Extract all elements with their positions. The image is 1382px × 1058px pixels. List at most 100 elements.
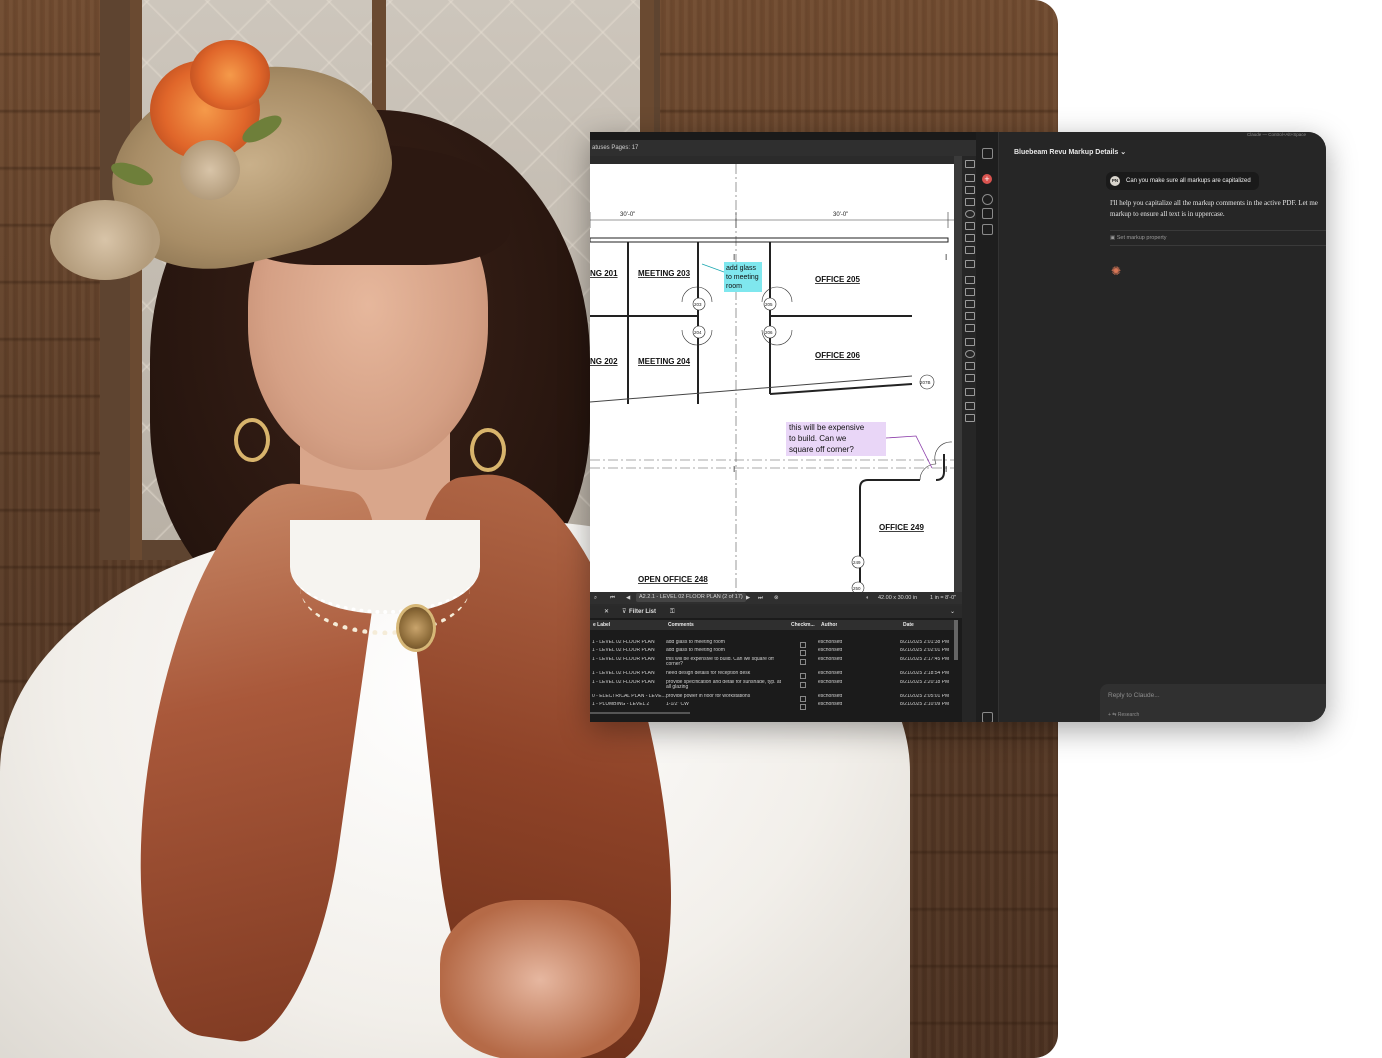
markups-list-panel: ✕ ⊽ Filter List ⚿ ⌄ e Label Comments Che…: [590, 606, 962, 722]
table-row[interactable]: 1 - LEVEL 02 FLOOR PLAN provide specific…: [590, 680, 954, 693]
row-date: 8/21/2025 2:10:09 PM: [900, 702, 950, 707]
stamp-icon[interactable]: [965, 234, 975, 242]
image-icon[interactable]: [965, 246, 975, 254]
row-date: 8/21/2025 2:18:54 PM: [900, 671, 950, 676]
search-icon[interactable]: [965, 362, 975, 370]
stamp-icon[interactable]: [965, 222, 975, 230]
row-label: 1 - LEVEL 02 FLOOR PLAN: [592, 648, 655, 653]
cameo-brooch: [396, 604, 436, 652]
row-checkbox[interactable]: [800, 673, 806, 679]
row-comment: add glass to meeting room: [666, 648, 725, 653]
scarf-knot: [440, 900, 640, 1058]
door-tag: 207B: [920, 380, 931, 385]
table-row[interactable]: 1 - LEVEL 02 FLOOR PLAN add glass to mee…: [590, 640, 954, 648]
column-header[interactable]: Checkm...: [791, 620, 815, 630]
rectangle-tool-icon[interactable]: [965, 338, 975, 346]
close-icon[interactable]: ✕: [604, 606, 609, 618]
sheet-select[interactable]: A2.2.1 - LEVEL 02 FLOOR PLAN (2 of 17): [636, 593, 746, 602]
crop-icon[interactable]: [965, 260, 975, 268]
pdf-scrollbar[interactable]: [954, 156, 962, 592]
reply-input[interactable]: Reply to Claude...: [1108, 692, 1160, 699]
profile-icon[interactable]: [982, 712, 993, 722]
new-chat-icon[interactable]: +: [982, 174, 992, 184]
row-label: 1 - PLUMBING - LEVEL 2: [592, 702, 650, 707]
table-row[interactable]: 1 - LEVEL 02 FLOOR PLAN need design deta…: [590, 671, 954, 679]
tool-call-row[interactable]: ▣ Set markup property: [1110, 230, 1326, 246]
row-author: eschonsett: [818, 671, 843, 676]
chevron-down-icon[interactable]: ⌄: [950, 606, 955, 618]
polygon-icon[interactable]: [965, 374, 975, 382]
page-scale: 1 in = 8'-0": [930, 595, 957, 601]
table-row[interactable]: 0 - ELECTRICAL PLAN - LEVE... provide po…: [590, 694, 954, 702]
cloud-icon[interactable]: [965, 388, 975, 396]
floor-plan-sheet[interactable]: I I I I 30'-0" 30'-0" NG 201 MEETING 203…: [590, 164, 954, 592]
column-header[interactable]: Author: [821, 620, 837, 630]
reply-box[interactable]: Reply to Claude... + ⇆ Research: [1100, 684, 1326, 722]
row-date: 8/21/2025 2:20:18 PM: [900, 680, 950, 685]
user-message: PN Can you make sure all markups are cap…: [1106, 172, 1259, 190]
first-page-icon[interactable]: ⏮: [610, 592, 615, 604]
door-tag: 203: [694, 302, 702, 307]
circle-tool-icon[interactable]: [965, 210, 975, 218]
artifacts-icon[interactable]: [982, 224, 993, 235]
tool-icon[interactable]: [965, 160, 975, 168]
dimension-icon[interactable]: [965, 324, 975, 332]
row-author: eschonsett: [818, 640, 843, 645]
assistant-message: I'll help you capitalize all the markup …: [1110, 199, 1318, 218]
user-avatar: PN: [1110, 176, 1120, 186]
dimension-label: 30'-0": [620, 212, 635, 218]
horizontal-scrollbar[interactable]: [590, 712, 690, 714]
chat-title[interactable]: Bluebeam Revu Markup Details ⌄: [1014, 148, 1126, 156]
row-author: eschonsett: [818, 648, 843, 653]
tool-call-label: Set markup property: [1116, 235, 1167, 241]
prev-page-icon[interactable]: ◀: [626, 592, 630, 604]
room-label: OFFICE 249: [879, 523, 924, 532]
sync-icon[interactable]: ⊗: [774, 592, 779, 604]
room-label: MEETING 203: [638, 269, 691, 278]
window-shortcut-hint: Claude — Control+Alt+Space: [1246, 132, 1306, 137]
count-icon[interactable]: [965, 414, 975, 422]
row-comment: this will be expensive to build. Can we …: [666, 657, 774, 666]
row-date: 8/21/2025 2:02:01 PM: [900, 648, 950, 653]
arc-tool-icon[interactable]: [965, 300, 975, 308]
lock-icon[interactable]: ⚿: [670, 606, 675, 618]
table-row[interactable]: 1 - LEVEL 02 FLOOR PLAN this will be exp…: [590, 657, 954, 670]
door-tag: 249: [853, 560, 861, 565]
row-comment: need design details for reception desk: [666, 671, 751, 676]
row-checkbox[interactable]: [800, 650, 806, 656]
door-tag: 250: [853, 586, 861, 591]
filter-icon[interactable]: ⊽: [622, 606, 626, 618]
reply-toolbar[interactable]: + ⇆ Research: [1108, 712, 1139, 718]
highlight-icon[interactable]: [965, 186, 975, 194]
row-checkbox[interactable]: [800, 682, 806, 688]
ellipse-tool-icon[interactable]: [965, 350, 975, 358]
column-header[interactable]: Date: [903, 620, 914, 630]
row-checkbox[interactable]: [800, 704, 806, 710]
column-header[interactable]: e Label: [593, 620, 610, 630]
filter-list-label[interactable]: Filter List: [629, 606, 656, 618]
line-tool-icon[interactable]: [965, 276, 975, 284]
sidebar-toggle-icon[interactable]: [982, 148, 993, 159]
zoom-icon[interactable]: ⌕: [594, 592, 597, 604]
last-page-icon[interactable]: ⏭: [758, 592, 763, 604]
layers-icon[interactable]: [965, 198, 975, 206]
vertical-scrollbar[interactable]: [954, 620, 958, 660]
table-row[interactable]: 1 - LEVEL 02 FLOOR PLAN add glass to mee…: [590, 648, 954, 656]
chats-icon[interactable]: [982, 194, 993, 205]
next-page-icon[interactable]: ▶: [746, 592, 750, 604]
window-mullion: [130, 0, 142, 560]
door-tag: 205: [765, 302, 773, 307]
table-row[interactable]: 1 - PLUMBING - LEVEL 2 1-1/2" CW eschons…: [590, 702, 954, 710]
row-comment: provide power in floor for workstations: [666, 694, 751, 699]
polyline-icon[interactable]: [965, 312, 975, 320]
floor-plan-drawing: I I I I 30'-0" 30'-0" NG 201 MEETING 203…: [590, 164, 954, 592]
row-checkbox[interactable]: [800, 659, 806, 665]
markups-table-header: e Label Comments Checkm... Author Date: [590, 620, 954, 630]
pen-icon[interactable]: [965, 174, 975, 182]
projects-icon[interactable]: [982, 208, 993, 219]
column-header[interactable]: Comments: [668, 620, 694, 630]
measure-icon[interactable]: [965, 402, 975, 410]
arrow-tool-icon[interactable]: [965, 288, 975, 296]
row-date: 8/21/2025 2:17:45 PM: [900, 657, 950, 662]
row-label: 1 - LEVEL 02 FLOOR PLAN: [592, 671, 655, 676]
